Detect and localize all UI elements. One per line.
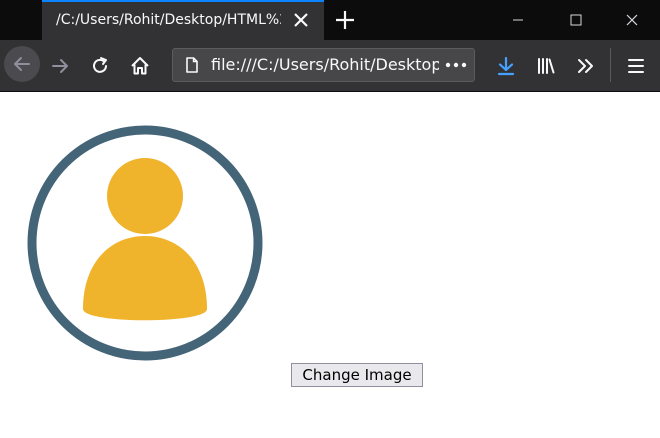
- window-close-icon[interactable]: [624, 12, 640, 28]
- url-text[interactable]: file:///C:/Users/Rohit/Desktop/: [211, 55, 439, 74]
- tab-title: /C:/Users/Rohit/Desktop/HTML%20: [56, 12, 281, 28]
- maximize-icon[interactable]: [568, 12, 584, 28]
- toolbar-separator: [610, 48, 611, 82]
- change-image-button[interactable]: Change Image: [291, 363, 423, 387]
- browser-titlebar: /C:/Users/Rohit/Desktop/HTML%20: [0, 0, 660, 40]
- forward-arrow-icon[interactable]: [44, 50, 76, 82]
- close-icon[interactable]: [291, 10, 311, 30]
- download-icon[interactable]: [490, 50, 522, 82]
- page-content: Change Image: [0, 92, 660, 438]
- library-icon[interactable]: [530, 50, 562, 82]
- user-avatar-icon: [27, 125, 263, 361]
- reload-icon[interactable]: [84, 50, 116, 82]
- double-chevron-icon[interactable]: [570, 50, 602, 82]
- hamburger-icon[interactable]: [620, 50, 652, 82]
- address-bar[interactable]: file:///C:/Users/Rohit/Desktop/: [172, 48, 475, 82]
- plus-icon[interactable]: [334, 9, 356, 31]
- home-icon[interactable]: [124, 50, 156, 82]
- page-icon: [183, 56, 201, 74]
- back-arrow-icon[interactable]: [4, 46, 40, 82]
- browser-tab-active[interactable]: /C:/Users/Rohit/Desktop/HTML%20: [42, 0, 324, 40]
- navigation-toolbar: file:///C:/Users/Rohit/Desktop/: [0, 40, 660, 92]
- more-icon[interactable]: [444, 57, 468, 73]
- minimize-icon[interactable]: [510, 12, 526, 28]
